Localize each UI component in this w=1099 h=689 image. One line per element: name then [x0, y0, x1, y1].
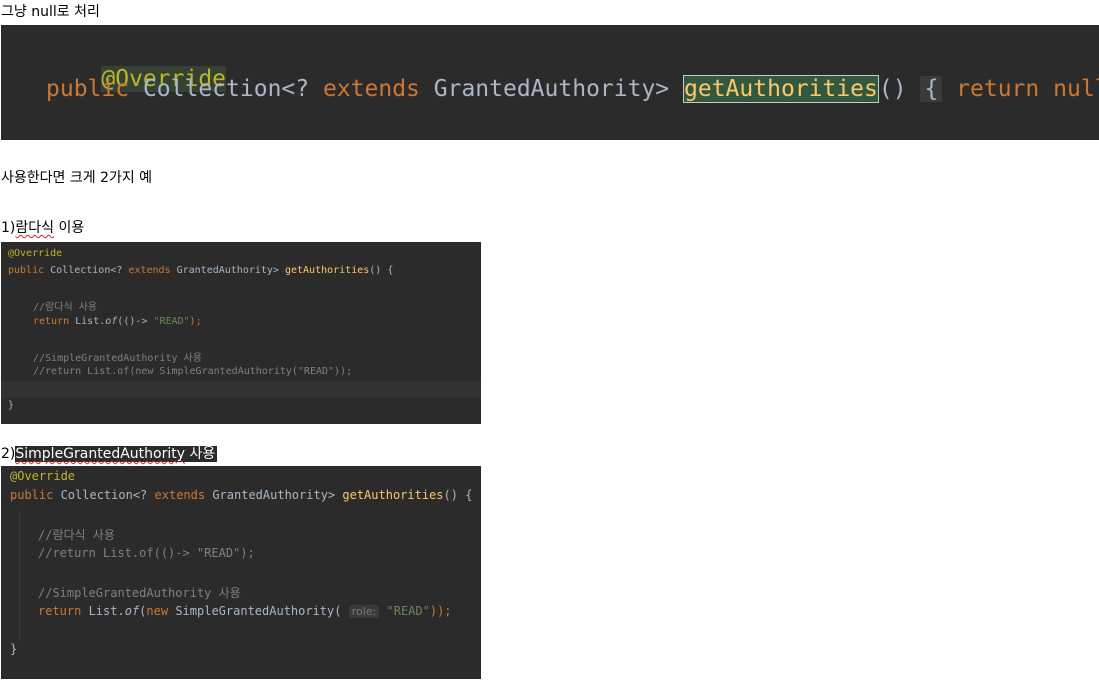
kw-extends: extends [128, 265, 171, 276]
example2-prefix: 2) [1, 446, 16, 462]
code-block-simple-granted-authority: @Override public Collection<? extends Gr… [1, 466, 481, 679]
two-examples-text: 사용한다면 크게 2가지 예 [1, 170, 153, 186]
example1-suffix: 이용 [54, 220, 85, 236]
code-line-comment-lambda: //람다식 사용 [38, 526, 481, 543]
example2-highlight: SimpleGrantedAuthority 사용 [15, 446, 218, 462]
string-read: "READ" [153, 316, 190, 327]
kw-public: public [10, 488, 54, 502]
list-prefix: List. [81, 604, 125, 618]
example2-label: SimpleGrantedAuthority [15, 446, 186, 462]
string-read: "READ" [386, 604, 430, 618]
method-parens: () [878, 76, 907, 102]
kw-return: return [38, 604, 82, 618]
list-prefix: List. [69, 316, 106, 327]
example2-heading: 2)SimpleGrantedAuthority 사용 [1, 444, 218, 464]
close-brace: } [10, 642, 18, 656]
kw-return: return [33, 316, 70, 327]
code-block-lambda: @Override public Collection<? extends Gr… [1, 242, 481, 424]
kw-public: public [8, 265, 45, 276]
code-block-null: @Override public Collection<? extends Gr… [1, 25, 1099, 140]
signature-tail: () { [369, 265, 394, 276]
folded-open-brace[interactable]: { [920, 76, 943, 102]
type-granted-authority: GrantedAuthority> [170, 265, 285, 276]
example2-suffix: 사용 [185, 446, 216, 462]
list-of: of [124, 604, 140, 618]
code-line-signature: public Collection<? extends GrantedAutho… [8, 265, 481, 276]
code-line-comment-lambda: //람다식 사용 [33, 298, 481, 313]
example1-label: 람다식 [15, 220, 55, 236]
code-line-close: } [10, 642, 481, 656]
two-examples-note: 사용한다면 크게 2가지 예 [1, 168, 152, 188]
kw-return: return [956, 76, 1040, 102]
comment-lambda: //람다식 사용 [33, 302, 98, 313]
close-brace: } [8, 400, 15, 411]
type-collection: Collection<? [142, 76, 323, 102]
comment-return: //return List.of(new SimpleGrantedAuthor… [33, 366, 353, 377]
kw-null: null; [1053, 76, 1099, 102]
type-collection: Collection<? [44, 265, 129, 276]
example1-heading: 1)람다식 이용 [1, 218, 84, 238]
list-of: of [105, 316, 118, 327]
code-line-return-sga: return List.of(new SimpleGrantedAuthorit… [38, 604, 481, 618]
comment-sga: //SimpleGrantedAuthority 사용 [38, 586, 241, 600]
kw-new: new [146, 604, 169, 618]
lambda-mid: (()-> [117, 316, 154, 327]
null-note: 그냥 null로 처리 [1, 2, 100, 22]
code-line-comment-return: //return List.of(()-> "READ"); [38, 546, 481, 560]
kw-public: public [46, 76, 130, 102]
method-name: getAuthorities [342, 488, 444, 502]
code-line-close: } [8, 400, 481, 411]
method-name-selected[interactable]: getAuthorities [683, 75, 879, 103]
method-name: getAuthorities [284, 265, 370, 276]
null-note-text: 그냥 null로 처리 [1, 4, 100, 20]
code-line-comment-sga: //SimpleGrantedAuthority 사용 [33, 349, 481, 364]
constructor-call: SimpleGrantedAuthority( [168, 604, 342, 618]
comment-return: //return List.of(()-> "READ"); [38, 546, 255, 560]
code-line-comment-return: //return List.of(new SimpleGrantedAuthor… [33, 366, 481, 377]
code-line-signature: public Collection<? extends GrantedAutho… [46, 75, 1099, 103]
param-hint-role: role: [348, 605, 380, 618]
current-line-highlight [1, 381, 481, 398]
type-granted-authority: GrantedAuthority> [205, 488, 343, 502]
override-annotation: @Override [8, 248, 63, 259]
type-collection: Collection<? [53, 488, 155, 502]
example1-prefix: 1) [1, 220, 16, 236]
type-granted-authority: GrantedAuthority> [419, 76, 684, 102]
signature-tail: () { [443, 488, 473, 502]
code-line-annotation: @Override [10, 469, 481, 483]
code-line-return-lambda: return List.of(()-> "READ"); [33, 316, 481, 327]
override-annotation: @Override [10, 469, 76, 483]
lambda-end: ); [189, 316, 202, 327]
kw-extends: extends [322, 76, 420, 102]
code-line-annotation: @Override [8, 248, 481, 259]
comment-lambda: //람다식 사용 [38, 528, 115, 542]
kw-extends: extends [154, 488, 206, 502]
code-line-signature: public Collection<? extends GrantedAutho… [10, 488, 481, 502]
code-line-comment-sga: //SimpleGrantedAuthority 사용 [38, 584, 481, 601]
indent-guide [19, 511, 20, 641]
call-end: )); [429, 604, 452, 618]
comment-sga: //SimpleGrantedAuthority 사용 [33, 353, 202, 364]
